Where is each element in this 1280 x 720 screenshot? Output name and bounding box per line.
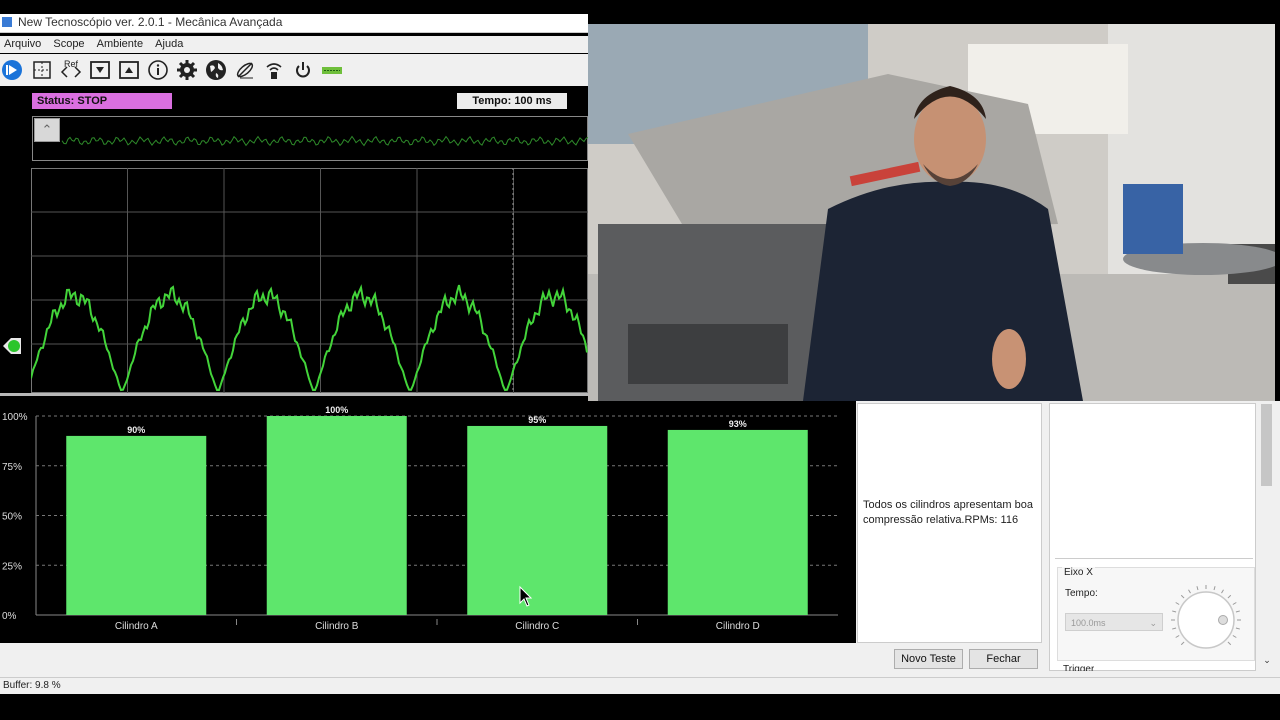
eixo-x-legend: Eixo X [1062,567,1095,578]
knob-tick [1213,586,1216,591]
knob-indicator [1218,615,1228,625]
y-tick-label: 75% [2,462,22,473]
menu-arquivo[interactable]: Arquivo [0,36,46,50]
y-tick-label: 50% [2,512,22,523]
trigger-group-label: Trigger [1063,664,1095,671]
collapse-up-icon[interactable]: ⌃ [34,118,60,142]
bar-cilindro-b [266,416,407,615]
knob-tick [1172,610,1177,613]
menu-bar: Arquivo Scope Ambiente Ajuda [0,36,588,53]
y-tick-label: 0% [2,611,17,622]
tempo-display: Tempo: 100 ms [457,93,567,109]
compression-bar-chart: 0% 25% 50% 75% 100% 90% 100% 95% 93% Cilindro A… [0,401,856,643]
menu-ambiente[interactable]: Ambiente [93,36,148,50]
bar-value-label: 100% [325,405,348,415]
waveform-trace [31,284,588,392]
knob-tick [1232,635,1237,638]
x-tick-label: Cilindro A [115,621,158,632]
bar-cilindro-d [667,429,808,615]
bottom-area [0,643,856,677]
knob-tick [1232,602,1237,605]
knob-tick [1235,610,1240,613]
bar-value-label: 93% [729,419,747,429]
wifi-icon[interactable] [263,59,285,81]
x-tick-label: Cilindro B [315,621,359,632]
scope-grid [31,168,588,393]
save-icon[interactable] [118,59,140,81]
battery-icon [321,59,343,81]
reference-icon[interactable]: Ref [60,59,82,81]
knob-tick [1227,641,1232,646]
tempo-select[interactable]: 100.0ms ⌄ [1065,613,1163,631]
bar-cilindro-a [66,435,207,615]
tempo-label: Tempo: [1065,588,1098,599]
bar-cilindro-c [467,425,608,615]
presenter-video [588,24,1275,401]
menu-scope[interactable]: Scope [49,36,89,50]
bar-value-label: 90% [127,425,145,435]
scope-plot[interactable] [31,168,588,393]
grid-icon[interactable] [31,59,53,81]
settings-icon[interactable] [176,59,198,81]
bar-chart-x-axis: Cilindro A Cilindro B Cilindro C Cilindro D [115,619,760,632]
y-tick-label: 100% [2,412,28,423]
y-tick-label: 25% [2,561,22,572]
scope-frame [31,168,588,393]
scrollbar-thumb[interactable] [1261,404,1272,486]
x-tick-label: Cilindro D [716,621,760,632]
globe-icon[interactable] [205,59,227,81]
overview-trace [61,135,588,147]
knob-tick [1235,627,1240,630]
bar-chart-value-labels: 90% 100% 95% 93% [127,405,747,435]
info-icon[interactable] [147,59,169,81]
power-icon[interactable] [292,59,314,81]
app-icon [2,17,12,27]
title-bar: New Tecnoscópio ver. 2.0.1 - Mecânica Av… [0,14,588,33]
panel-separator [1055,558,1253,559]
trigger-level-marker[interactable] [3,338,21,354]
knob-tick [1175,602,1180,605]
knob-tick [1188,589,1191,594]
knob-tick [1196,586,1199,591]
bar-chart-bars [66,416,808,615]
window-title: New Tecnoscópio ver. 2.0.1 - Mecânica Av… [18,15,283,29]
status-badge: Status: STOP [32,93,172,109]
knob-tick [1175,635,1180,638]
knob-tick [1180,594,1185,599]
fechar-button[interactable]: Fechar [969,649,1038,669]
chevron-down-icon: ⌄ [1149,618,1157,628]
tempo-knob[interactable] [1170,584,1242,656]
buffer-status: Buffer: 9.8 % [3,680,61,691]
satellite-icon[interactable] [234,59,256,81]
ref-label: Ref [64,59,79,69]
scope-divider [0,393,588,396]
bar-value-label: 95% [528,415,546,425]
knob-tick [1172,627,1177,630]
waveform-overview[interactable] [32,116,588,161]
toolbar: Ref [0,54,588,86]
x-tick-label: Cilindro C [515,621,559,632]
tempo-select-value: 100.0ms [1071,618,1106,628]
download-icon[interactable] [89,59,111,81]
person-jacket [803,181,1083,401]
scroll-down-icon[interactable]: ⌄ [1260,655,1274,667]
status-bar: Buffer: 9.8 % [0,677,1280,694]
play-icon[interactable] [1,59,23,81]
menu-ajuda[interactable]: Ajuda [151,36,188,50]
knob-tick [1221,589,1224,594]
knob-tick [1227,594,1232,599]
novo-teste-button[interactable]: Novo Teste [894,649,963,669]
bar-chart-y-axis: 0% 25% 50% 75% 100% [2,412,28,622]
knob-tick [1180,641,1185,646]
result-message: Todos os cilindros apresentam boa compre… [863,499,1033,526]
